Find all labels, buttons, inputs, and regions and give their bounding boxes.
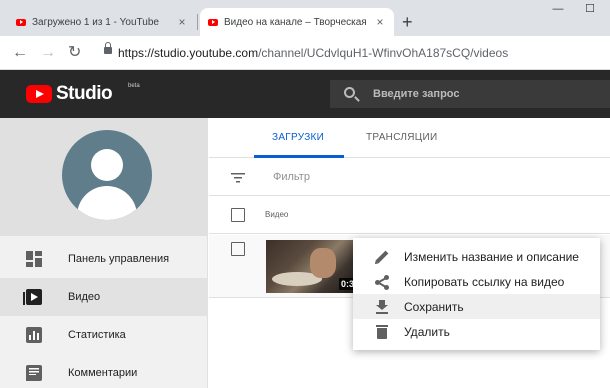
column-header-video: Видео [265,210,289,219]
download-icon [375,300,389,314]
select-all-checkbox[interactable] [231,208,245,222]
back-arrow-icon[interactable]: ← [12,44,28,62]
sidebar-item-dashboard[interactable]: Панель управления [0,240,208,278]
filter-icon[interactable] [231,173,245,183]
menu-item-label: Копировать ссылку на видео [404,275,565,289]
avatar-body [77,186,137,220]
thumbnail-hand [310,248,336,278]
search-input[interactable]: Введите запрос [330,80,610,108]
video-icon [23,289,42,305]
sidebar: Панель управления Видео Статистика Комме… [0,118,208,388]
menu-item-save[interactable]: Сохранить [353,294,600,319]
address-bar: ← → ↻ https://studio.youtube.com/channel… [0,36,610,70]
beta-badge: beta [128,83,140,89]
row-checkbox[interactable] [231,242,245,256]
browser-tab-bar: Загружено 1 из 1 - YouTube × Видео на ка… [0,0,610,36]
edit-icon [375,250,389,264]
delete-icon [375,325,389,339]
sidebar-item-label: Панель управления [68,253,170,265]
new-tab-button[interactable]: + [402,13,413,31]
dashboard-icon [26,251,42,267]
youtube-favicon-icon [16,18,26,26]
menu-item-label: Сохранить [404,300,464,314]
menu-item-copy-link[interactable]: Копировать ссылку на видео [353,269,600,294]
browser-tab-youtube[interactable]: Загружено 1 из 1 - YouTube × [8,8,196,36]
tab-title: Загружено 1 из 1 - YouTube [32,16,159,28]
comments-icon [26,365,42,381]
search-icon [344,87,355,98]
filter-input[interactable]: Фильтр [273,171,310,183]
tab-live[interactable]: ТРАНСЛЯЦИИ [366,132,437,143]
sidebar-item-label: Комментарии [68,367,138,379]
reload-icon[interactable]: ↻ [68,44,81,62]
forward-arrow-icon[interactable]: → [40,44,56,62]
tab-uploads[interactable]: ЗАГРУЗКИ [272,132,324,143]
tab-title: Видео на канале – Творческая с [224,16,368,28]
menu-item-label: Удалить [404,325,450,339]
logo-text: Studio [56,83,113,104]
minimize-window-button[interactable]: — [548,0,568,20]
lock-icon [104,42,112,54]
browser-tab-studio[interactable]: Видео на канале – Творческая с × [200,8,394,36]
channel-profile [0,118,208,236]
url-field[interactable]: https://studio.youtube.com/channel/UCdvl… [118,46,508,60]
tab-separator [197,14,198,30]
table-header: Видео [209,196,610,234]
sidebar-item-label: Видео [68,291,101,303]
search-placeholder: Введите запрос [373,88,460,100]
menu-item-delete[interactable]: Удалить [353,319,600,344]
avatar[interactable] [62,130,152,220]
avatar-head [91,149,123,181]
sidebar-item-comments[interactable]: Комментарии [0,354,208,388]
sidebar-item-label: Статистика [68,329,126,341]
url-path: /channel/UCdvlquH1-WfinvOhA187sCQ/videos [258,46,509,60]
youtube-favicon-icon [208,18,218,26]
content-tabs: ЗАГРУЗКИ ТРАНСЛЯЦИИ [209,118,610,158]
close-tab-icon[interactable]: × [176,15,188,29]
youtube-play-icon [26,85,52,103]
close-tab-icon[interactable]: × [374,15,386,29]
menu-item-label: Изменить название и описание [404,250,579,264]
url-base: https://studio.youtube.com [118,46,259,60]
sidebar-item-analytics[interactable]: Статистика [0,316,208,354]
analytics-icon [26,327,42,343]
share-icon [375,275,389,290]
maximize-window-button[interactable]: ☐ [580,0,600,20]
menu-item-edit[interactable]: Изменить название и описание [353,244,600,269]
sidebar-item-video[interactable]: Видео [0,278,208,316]
video-options-menu: Изменить название и описание Копировать … [353,238,600,350]
filter-bar: Фильтр [209,158,610,196]
studio-logo[interactable]: Studio beta [26,83,140,105]
